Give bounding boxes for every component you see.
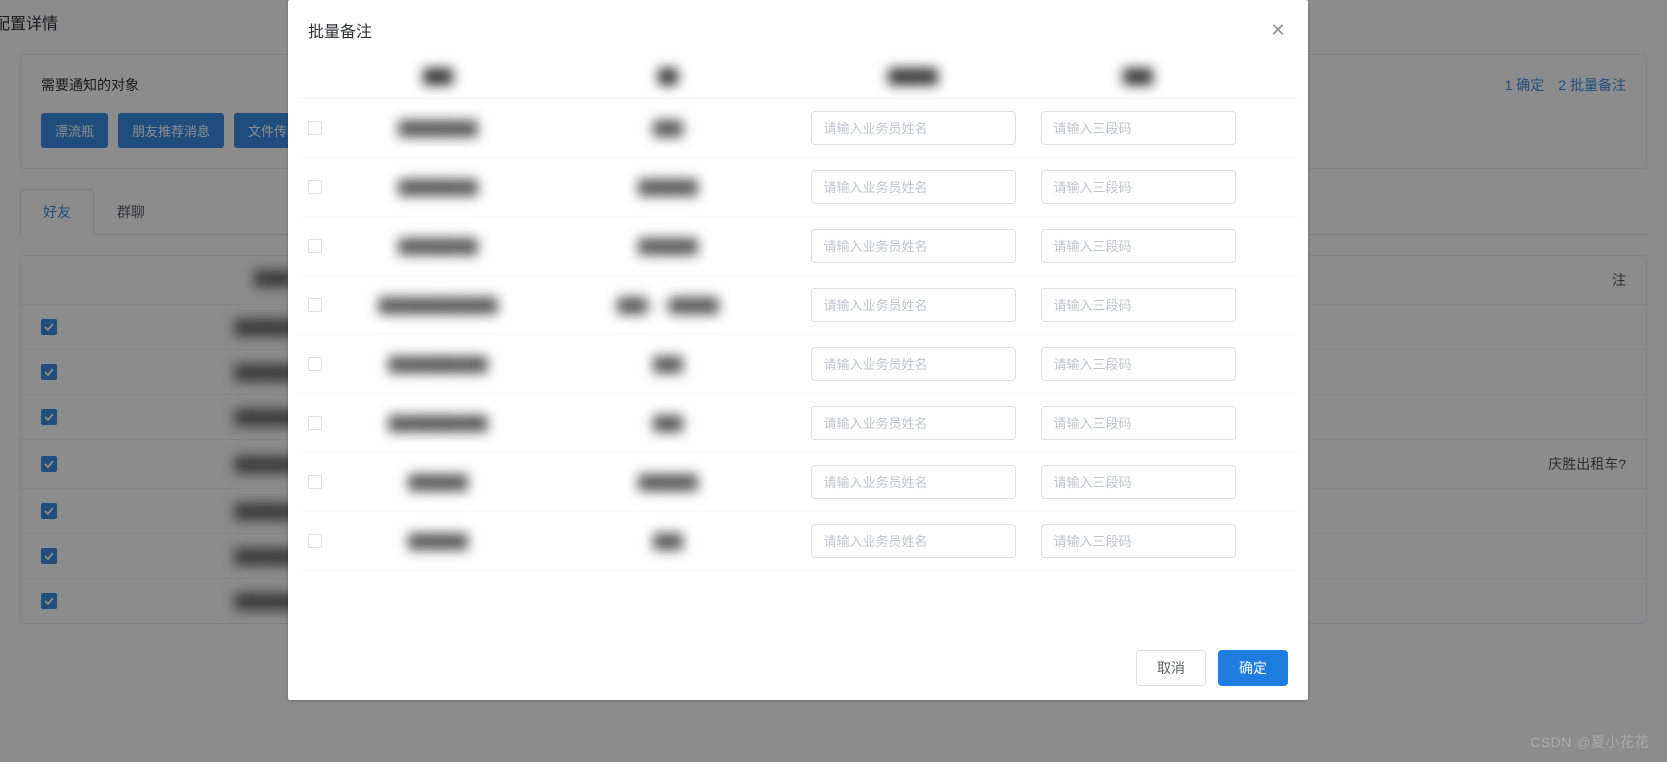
agent-name-input[interactable] <box>811 524 1016 558</box>
agent-name-input[interactable] <box>811 229 1016 263</box>
table-row: ████████ ██████ <box>298 158 1298 217</box>
batch-remark-modal: 批量备注 ✕ ███ ██ █████ ███ ████████ ███ ███… <box>288 0 1308 700</box>
row-checkbox[interactable] <box>308 475 322 489</box>
row-checkbox[interactable] <box>308 534 322 548</box>
table-row: ██████████ ███ <box>298 394 1298 453</box>
table-row: ████████████ ███ — █████ <box>298 276 1298 335</box>
table-row: ██████ ███ <box>298 512 1298 571</box>
row-checkbox[interactable] <box>308 298 322 312</box>
row-checkbox[interactable] <box>308 121 322 135</box>
row-col2: ███ <box>538 120 798 136</box>
row-col2: ███ <box>538 415 798 431</box>
row-checkbox[interactable] <box>308 416 322 430</box>
table-row: ████████ ███ <box>298 99 1298 158</box>
three-code-input[interactable] <box>1041 524 1236 558</box>
row-col1: ████████████ <box>338 297 538 313</box>
three-code-input[interactable] <box>1041 170 1236 204</box>
table-row: ████████ ██████ <box>298 217 1298 276</box>
agent-name-input[interactable] <box>811 170 1016 204</box>
three-code-input[interactable] <box>1041 406 1236 440</box>
watermark: CSDN @夏小花花 <box>1530 732 1649 752</box>
row-checkbox[interactable] <box>308 239 322 253</box>
table-row: ██████████ ███ <box>298 335 1298 394</box>
row-col1: ████████ <box>338 120 538 136</box>
row-checkbox[interactable] <box>308 357 322 371</box>
row-col1: ████████ <box>338 179 538 195</box>
agent-name-input[interactable] <box>811 465 1016 499</box>
three-code-input[interactable] <box>1041 465 1236 499</box>
row-col2: ██████ <box>538 474 798 490</box>
row-col1: ██████ <box>338 474 538 490</box>
row-col1: ██████████ <box>338 415 538 431</box>
three-code-input[interactable] <box>1041 288 1236 322</box>
row-col2: ██████ <box>538 238 798 254</box>
row-col2: ███ <box>538 533 798 549</box>
three-code-input[interactable] <box>1041 229 1236 263</box>
cancel-button[interactable]: 取消 <box>1136 650 1206 686</box>
agent-name-input[interactable] <box>811 406 1016 440</box>
row-col1: ████████ <box>338 238 538 254</box>
agent-name-input[interactable] <box>811 288 1016 322</box>
close-icon: ✕ <box>1270 20 1285 41</box>
close-button[interactable]: ✕ <box>1268 20 1288 40</box>
row-col1: ██████ <box>338 533 538 549</box>
table-row: ██████ ██████ <box>298 453 1298 512</box>
agent-name-input[interactable] <box>811 347 1016 381</box>
modal-table-header: ███ ██ █████ ███ <box>298 54 1298 99</box>
row-col1: ██████████ <box>338 356 538 372</box>
three-code-input[interactable] <box>1041 111 1236 145</box>
row-col2: ███ <box>538 356 798 372</box>
modal-title: 批量备注 <box>308 18 372 42</box>
confirm-button[interactable]: 确定 <box>1218 650 1288 686</box>
three-code-input[interactable] <box>1041 347 1236 381</box>
agent-name-input[interactable] <box>811 111 1016 145</box>
row-checkbox[interactable] <box>308 180 322 194</box>
row-col2: ██████ <box>538 179 798 195</box>
row-col2: ███ — █████ <box>538 297 798 313</box>
